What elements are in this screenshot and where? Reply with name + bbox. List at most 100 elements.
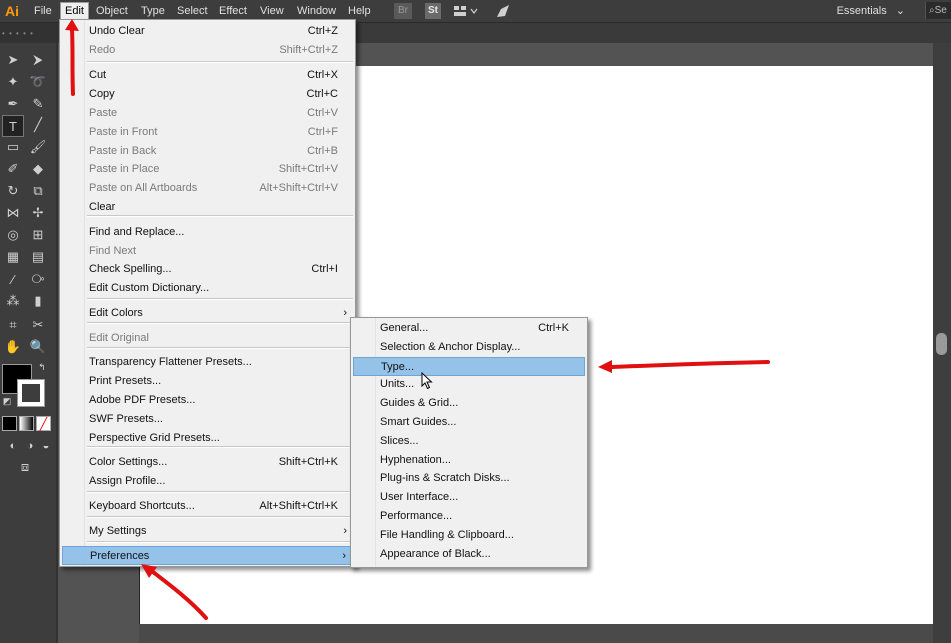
menu-select[interactable]: Select [173, 3, 212, 19]
menu-item-label: Preferences [90, 550, 150, 562]
menu-window[interactable]: Window [293, 3, 340, 19]
menu-item-shortcut: Shift+Ctrl+V [278, 163, 338, 175]
menu-item-my-settings[interactable]: My Settings › [62, 522, 353, 541]
menu-effect[interactable]: Effect [215, 3, 251, 19]
pref-item-selection-and-anchor-display[interactable]: Selection & Anchor Display... [353, 338, 585, 357]
scale-tool-icon[interactable]: ⧉ [28, 181, 48, 201]
menu-item-swf-presets[interactable]: SWF Presets... [62, 410, 353, 429]
shaper-tool-icon[interactable]: ✐ [3, 159, 23, 179]
puppet-warp-tool-icon[interactable]: ✢ [28, 203, 48, 223]
search-field[interactable]: ⌕Se [925, 2, 951, 19]
screen-mode-icon[interactable]: ⧈ [15, 457, 35, 477]
menu-view[interactable]: View [256, 3, 288, 19]
menu-item-shortcut: Ctrl+X [307, 69, 338, 81]
pref-item-plug-ins-and-scratch-disks[interactable]: Plug-ins & Scratch Disks... [353, 469, 585, 488]
pref-item-general[interactable]: General... Ctrl+K [353, 319, 585, 338]
paintbrush-tool-icon[interactable]: 🖌 [28, 137, 48, 157]
rotate-tool-icon[interactable]: ↻ [3, 181, 23, 201]
menu-separator [87, 347, 353, 349]
magic-wand-tool-icon[interactable]: ✦ [3, 72, 23, 92]
menu-item-label: Paste [89, 107, 118, 119]
menu-item-copy[interactable]: Copy Ctrl+C [62, 85, 353, 104]
menu-item-label: Smart Guides... [380, 416, 457, 428]
pref-item-file-handling-and-clipboard[interactable]: File Handling & Clipboard... [353, 526, 585, 545]
perspective-grid-tool-icon[interactable]: ⊞ [28, 225, 48, 245]
illustrator-logo: Ai [5, 3, 19, 19]
color-mode-icon[interactable] [2, 416, 17, 431]
lasso-tool-icon[interactable]: ➰ [28, 72, 48, 92]
hand-tool-icon[interactable]: ✋ [3, 337, 23, 357]
curvature-tool-icon[interactable]: ✎ [28, 94, 48, 114]
eyedropper-tool-icon[interactable]: ⁄ [3, 269, 23, 289]
menu-item-label: Paste on All Artboards [89, 182, 198, 194]
menu-item-label: Type... [381, 360, 415, 373]
submenu-arrow-icon: › [343, 307, 347, 319]
menu-item-print-presets[interactable]: Print Presets... [62, 372, 353, 391]
menu-item-keyboard-shortcuts[interactable]: Keyboard Shortcuts... Alt+Shift+Ctrl+K [62, 497, 353, 516]
none-mode-icon[interactable]: ╱ [36, 416, 51, 431]
menu-file[interactable]: File [30, 3, 56, 19]
menu-edit[interactable]: Edit [60, 2, 89, 20]
pref-item-appearance-of-black[interactable]: Appearance of Black... [353, 545, 585, 564]
workspace-switcher[interactable]: Essentials ⌄ [837, 3, 905, 19]
gradient-mode-icon[interactable] [19, 416, 34, 431]
menu-item-label: Units... [380, 378, 415, 391]
default-colors-icon[interactable]: ◩ [1, 395, 13, 407]
menu-item-check-spelling[interactable]: Check Spelling... Ctrl+I [62, 260, 353, 279]
mesh-tool-icon[interactable]: ▦ [3, 247, 23, 267]
pref-item-smart-guides[interactable]: Smart Guides... [353, 413, 585, 432]
zoom-tool-icon[interactable]: 🔍 [28, 337, 48, 357]
gradient-tool-icon[interactable]: ▤ [28, 247, 48, 267]
pref-item-user-interface[interactable]: User Interface... [353, 488, 585, 507]
menu-item-edit-colors[interactable]: Edit Colors › [62, 304, 353, 323]
eraser-tool-icon[interactable]: ◆ [28, 159, 48, 179]
pref-item-hyphenation[interactable]: Hyphenation... [353, 451, 585, 470]
menu-item-preferences[interactable]: Preferences › [62, 546, 353, 565]
pref-item-guides-and-grid[interactable]: Guides & Grid... [353, 394, 585, 413]
symbol-sprayer-tool-icon[interactable]: ⁂ [3, 291, 23, 311]
pen-tool-icon[interactable]: ✒ [3, 94, 23, 114]
menu-item-adobe-pdf-presets[interactable]: Adobe PDF Presets... [62, 391, 353, 410]
blend-tool-icon[interactable]: ⧂ [28, 269, 48, 289]
column-graph-tool-icon[interactable]: ▮ [28, 291, 48, 311]
menu-item-find-and-replace[interactable]: Find and Replace... [62, 223, 353, 242]
draw-inside-icon[interactable]: ◒ [36, 436, 56, 456]
shape-builder-tool-icon[interactable]: ◎ [3, 225, 23, 245]
menu-item-label: Color Settings... [89, 456, 168, 468]
rectangle-tool-icon[interactable]: ▭ [3, 137, 23, 157]
menu-type[interactable]: Type [137, 3, 169, 19]
pref-item-slices[interactable]: Slices... [353, 432, 585, 451]
line-segment-tool-icon[interactable]: ╱ [28, 115, 48, 135]
pref-item-type[interactable]: Type... [353, 356, 585, 376]
gpu-performance-icon[interactable] [495, 3, 511, 19]
stock-button[interactable]: St [425, 3, 441, 19]
menu-item-transparency-flattener-presets[interactable]: Transparency Flattener Presets... [62, 353, 353, 372]
scrollbar-thumb[interactable] [936, 333, 947, 355]
slice-tool-icon[interactable]: ✂ [28, 315, 48, 335]
menu-separator [87, 215, 353, 217]
width-tool-icon[interactable]: ⋈ [3, 203, 23, 223]
menu-item-cut[interactable]: Cut Ctrl+X [62, 66, 353, 85]
menu-item-undo-clear[interactable]: Undo Clear Ctrl+Z [62, 22, 353, 41]
artboard-tool-icon[interactable]: ⌗ [3, 315, 23, 335]
stroke-color-swatch[interactable] [17, 379, 45, 407]
menu-object[interactable]: Object [92, 3, 132, 19]
swap-colors-icon[interactable]: ↰ [36, 361, 48, 373]
menu-item-label: Redo [89, 44, 116, 56]
vertical-scrollbar[interactable] [933, 43, 951, 643]
menu-help[interactable]: Help [344, 3, 375, 19]
menu-item-label: Edit Colors [89, 307, 143, 319]
menu-item-assign-profile[interactable]: Assign Profile... [62, 472, 353, 491]
menu-item-edit-custom-dictionary[interactable]: Edit Custom Dictionary... [62, 279, 353, 298]
panel-grip-icon[interactable]: • • • • • [2, 29, 54, 38]
menu-item-label: Paste in Place [89, 163, 160, 175]
selection-tool-icon[interactable]: ➤ [3, 50, 23, 70]
pref-item-units[interactable]: Units... [353, 375, 585, 394]
arrange-documents-icon[interactable] [453, 3, 479, 19]
pref-item-performance[interactable]: Performance... [353, 507, 585, 526]
menu-item-label: Appearance of Black... [380, 547, 491, 560]
direct-selection-tool-icon[interactable]: ⮞ [28, 50, 48, 70]
type-tool-icon[interactable]: T [2, 115, 24, 137]
bridge-button[interactable]: Br [394, 3, 412, 19]
menu-item-color-settings[interactable]: Color Settings... Shift+Ctrl+K [62, 453, 353, 472]
